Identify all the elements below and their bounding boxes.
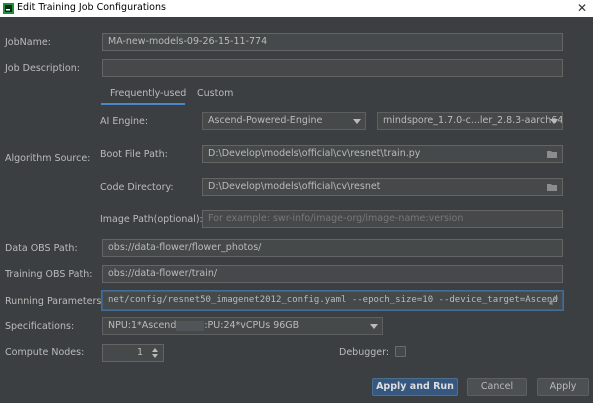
compute-nodes-value: 1 xyxy=(136,347,143,358)
ai-engine-value: Ascend-Powered-Engine xyxy=(208,115,323,126)
boot-file-path-label: Boot File Path: xyxy=(100,149,168,160)
engine-version-value: mindspore_1.7.0-c...ler_2.8.3-aarch64 xyxy=(383,115,563,126)
folder-icon[interactable] xyxy=(547,183,557,191)
code-directory-value: D:\Develop\models\official\cv\resnet xyxy=(208,181,381,192)
tab-active-indicator xyxy=(101,103,185,105)
redacted-block xyxy=(176,320,205,331)
debugger-checkbox[interactable] xyxy=(395,346,406,357)
code-directory-input[interactable]: D:\Develop\models\official\cv\resnet xyxy=(202,178,563,196)
compute-nodes-spinner[interactable]: 1 xyxy=(102,344,164,362)
chevron-down-icon xyxy=(353,119,361,124)
cancel-button[interactable]: Cancel xyxy=(467,378,527,396)
training-obs-path-value: obs://data-flower/train/ xyxy=(108,268,218,279)
folder-icon[interactable] xyxy=(547,150,557,158)
close-icon[interactable]: ✕ xyxy=(577,1,587,15)
ai-engine-select[interactable]: Ascend-Powered-Engine xyxy=(202,112,366,130)
training-obs-path-label: Training OBS Path: xyxy=(5,269,93,280)
specifications-value-prefix: NPU:1*Ascend xyxy=(108,320,177,331)
image-path-input[interactable]: For example: swr-info/image-org/image-na… xyxy=(202,210,563,228)
specifications-select[interactable]: NPU:1*Ascend :PU:24*vCPUs 96GB xyxy=(102,317,383,335)
data-obs-path-label: Data OBS Path: xyxy=(5,243,78,254)
tab-frequently-used[interactable]: Frequently-used xyxy=(110,88,186,99)
image-path-label: Image Path(optional): xyxy=(100,214,203,225)
data-obs-path-value: obs://data-flower/flower_photos/ xyxy=(108,242,262,253)
job-name-input[interactable]: MA-new-models-09-26-15-11-774 xyxy=(102,33,563,51)
boot-file-path-input[interactable]: D:\Develop\models\official\cv\resnet\tra… xyxy=(202,145,563,163)
title-bar: Edit Training Job Configurations ✕ xyxy=(0,0,593,17)
data-obs-path-input[interactable]: obs://data-flower/flower_photos/ xyxy=(102,239,563,257)
running-parameters-label: Running Parameters: xyxy=(5,296,105,307)
expand-icon[interactable] xyxy=(549,296,558,305)
training-obs-path-input[interactable]: obs://data-flower/train/ xyxy=(102,265,563,283)
window-title: Edit Training Job Configurations xyxy=(17,2,166,13)
chevron-down-icon xyxy=(370,324,378,329)
tab-custom[interactable]: Custom xyxy=(197,88,233,99)
job-name-value: MA-new-models-09-26-15-11-774 xyxy=(108,36,268,47)
job-name-label: JobName: xyxy=(5,37,51,48)
running-parameters-value: net/config/resnet50_imagenet2012_config.… xyxy=(108,295,558,305)
app-icon xyxy=(3,3,14,14)
job-description-label: Job Description: xyxy=(5,63,80,74)
algorithm-source-label: Algorithm Source: xyxy=(5,153,91,164)
running-parameters-input[interactable]: net/config/resnet50_imagenet2012_config.… xyxy=(102,291,563,310)
debugger-label: Debugger: xyxy=(339,347,390,358)
job-description-input[interactable] xyxy=(102,59,563,77)
engine-version-select[interactable]: mindspore_1.7.0-c...ler_2.8.3-aarch64 xyxy=(377,112,563,130)
image-path-placeholder: For example: swr-info/image-org/image-na… xyxy=(208,213,464,224)
chevron-down-icon xyxy=(550,119,558,124)
compute-nodes-label: Compute Nodes: xyxy=(5,347,85,358)
code-directory-label: Code Directory: xyxy=(100,182,174,193)
specifications-label: Specifications: xyxy=(5,321,75,332)
ai-engine-label: AI Engine: xyxy=(100,116,149,127)
apply-button[interactable]: Apply xyxy=(537,378,589,396)
spinner-arrows-icon[interactable] xyxy=(150,346,160,360)
boot-file-path-value: D:\Develop\models\official\cv\resnet\tra… xyxy=(208,148,421,159)
specifications-value-suffix: :PU:24*vCPUs 96GB xyxy=(204,320,300,331)
apply-and-run-button[interactable]: Apply and Run xyxy=(372,378,458,396)
